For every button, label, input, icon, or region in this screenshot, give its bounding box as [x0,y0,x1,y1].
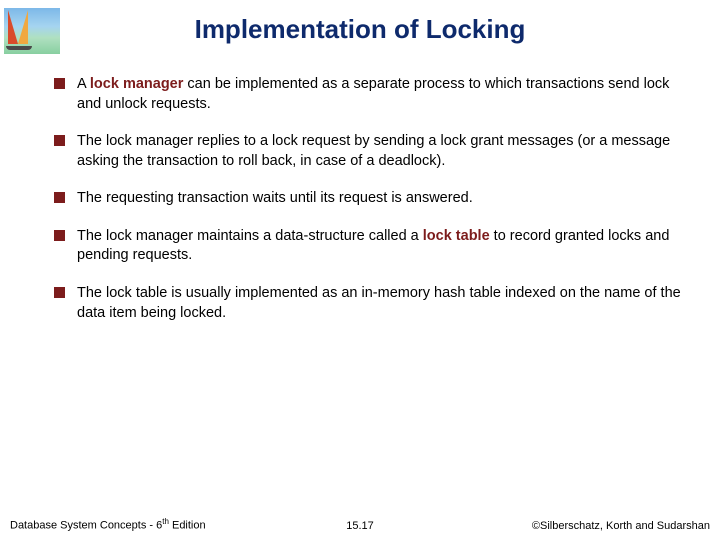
bullet-icon [54,192,65,203]
bullet-text: A lock manager can be implemented as a s… [77,75,692,114]
footer-page-number: 15.17 [243,520,476,532]
list-item: The lock manager maintains a data-struct… [54,227,692,266]
keyword-lock-table: lock table [423,228,490,244]
bullet-text: The lock manager maintains a data-struct… [77,227,692,266]
list-item: A lock manager can be implemented as a s… [54,75,692,114]
bullet-icon [54,287,65,298]
list-item: The lock table is usually implemented as… [54,284,692,323]
bullet-icon [54,78,65,89]
bullet-text: The lock manager replies to a lock reque… [77,132,692,171]
bullet-text: The lock table is usually implemented as… [77,284,692,323]
bullet-icon [54,230,65,241]
keyword-lock-manager: lock manager [90,76,184,92]
footer-left: Database System Concepts - 6th Edition [10,517,243,532]
list-item: The requesting transaction waits until i… [54,189,692,209]
logo-image [4,8,60,54]
bullet-text: The requesting transaction waits until i… [77,189,692,209]
bullet-icon [54,135,65,146]
slide-body: A lock manager can be implemented as a s… [0,75,720,323]
footer-copyright: ©Silberschatz, Korth and Sudarshan [477,520,710,532]
list-item: The lock manager replies to a lock reque… [54,132,692,171]
slide-title: Implementation of Locking [0,0,720,75]
slide-footer: Database System Concepts - 6th Edition 1… [0,517,720,532]
